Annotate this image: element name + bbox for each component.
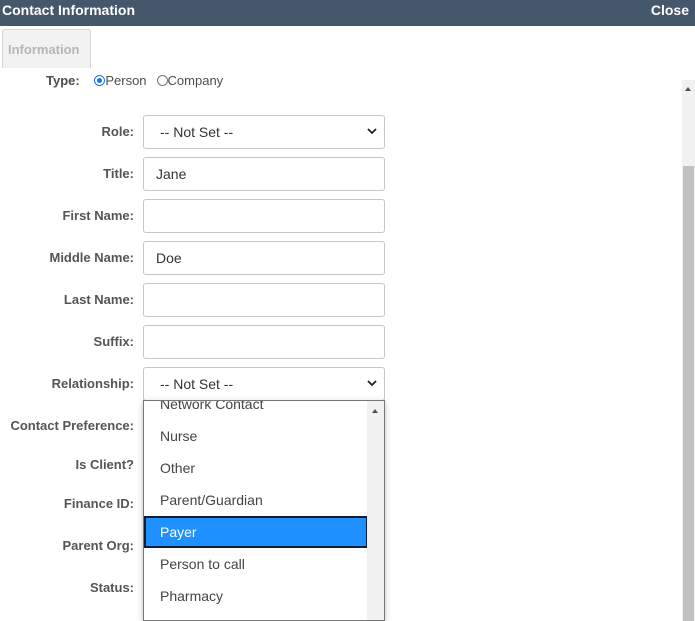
last-name-input[interactable] bbox=[143, 283, 385, 317]
dropdown-scrollbar[interactable] bbox=[367, 401, 384, 620]
page-scrollbar[interactable] bbox=[682, 80, 695, 621]
radio-company-label: Company bbox=[167, 73, 224, 88]
radio-person-icon[interactable] bbox=[94, 75, 106, 86]
scroll-up-arrow-icon[interactable] bbox=[685, 87, 691, 91]
suffix-input[interactable] bbox=[143, 325, 385, 359]
first-name-input[interactable] bbox=[143, 199, 385, 233]
radio-company-icon[interactable] bbox=[156, 75, 168, 86]
dropdown-option[interactable]: Other bbox=[144, 452, 368, 484]
middle-name-input[interactable]: Doe bbox=[143, 241, 385, 275]
middle-name-value: Doe bbox=[156, 250, 182, 266]
dialog-titlebar: Contact Information Close bbox=[0, 0, 695, 26]
dropdown-options: Network Contact Nurse Other Parent/Guard… bbox=[144, 401, 368, 620]
role-select[interactable]: -- Not Set -- bbox=[143, 115, 385, 149]
relationship-dropdown-list[interactable]: Network Contact Nurse Other Parent/Guard… bbox=[143, 400, 385, 621]
dropdown-option[interactable]: Network Contact bbox=[144, 401, 368, 420]
scroll-up-arrow-icon[interactable] bbox=[372, 409, 378, 413]
status-label: Status: bbox=[89, 580, 134, 595]
dialog-title: Contact Information bbox=[2, 2, 135, 18]
suffix-label: Suffix: bbox=[93, 334, 134, 349]
relationship-label: Relationship: bbox=[51, 376, 134, 391]
title-input[interactable]: Jane bbox=[143, 157, 385, 191]
title-value: Jane bbox=[156, 166, 187, 182]
type-row: Type: Person Company bbox=[46, 73, 223, 88]
tab-information[interactable]: Information bbox=[2, 29, 91, 68]
dropdown-option[interactable]: Pharmacy bbox=[144, 580, 368, 612]
role-value: -- Not Set -- bbox=[160, 124, 234, 140]
dropdown-option[interactable]: Person to call bbox=[144, 548, 368, 580]
chevron-down-icon bbox=[367, 380, 377, 387]
middle-name-label: Middle Name: bbox=[49, 250, 134, 265]
type-label: Type: bbox=[46, 73, 80, 88]
first-name-label: First Name: bbox=[62, 208, 134, 223]
scrollbar-thumb[interactable] bbox=[683, 166, 694, 621]
relationship-value: -- Not Set -- bbox=[160, 376, 234, 392]
dropdown-option[interactable] bbox=[144, 612, 368, 620]
relationship-select[interactable]: -- Not Set -- bbox=[143, 367, 385, 401]
finance-id-label: Finance ID: bbox=[63, 496, 134, 511]
chevron-down-icon bbox=[367, 128, 377, 135]
radio-person-label: Person bbox=[105, 73, 147, 88]
dropdown-option-highlighted[interactable]: Payer bbox=[144, 516, 368, 548]
contact-preference-label: Contact Preference: bbox=[10, 418, 134, 433]
role-label: Role: bbox=[101, 124, 135, 139]
close-button[interactable]: Close bbox=[651, 1, 689, 19]
parent-org-label: Parent Org: bbox=[62, 538, 134, 553]
dropdown-option[interactable]: Nurse bbox=[144, 420, 368, 452]
is-client-label: Is Client? bbox=[75, 457, 134, 472]
dropdown-option[interactable]: Parent/Guardian bbox=[144, 484, 368, 516]
title-label: Title: bbox=[103, 166, 134, 181]
last-name-label: Last Name: bbox=[63, 292, 134, 307]
tab-bar: Information bbox=[0, 26, 695, 68]
